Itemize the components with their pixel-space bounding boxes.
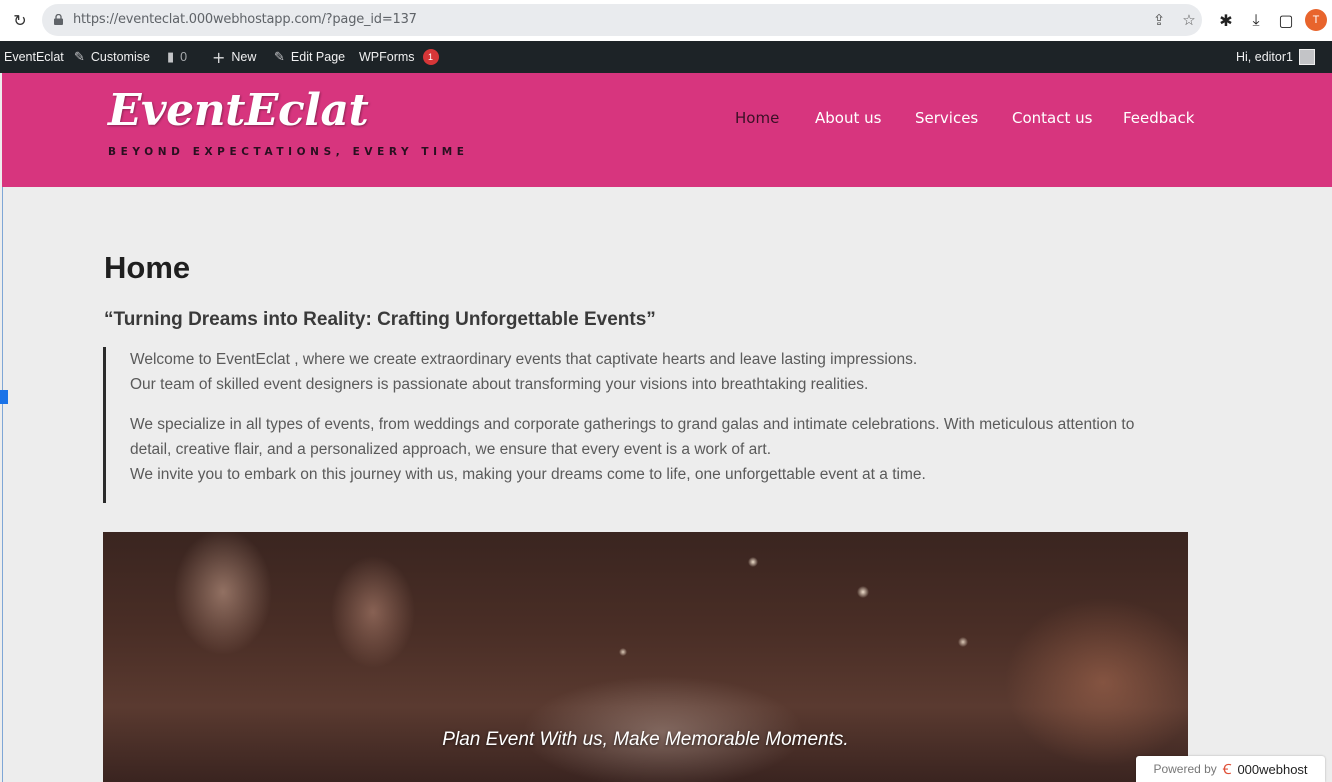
nav-feedback[interactable]: Feedback	[1123, 109, 1194, 127]
admin-greeting: Hi, editor1	[1236, 50, 1293, 64]
admin-edit-page-label: Edit Page	[290, 50, 346, 64]
admin-edit-page-link[interactable]: ✎ Edit Page	[274, 41, 345, 73]
nav-about-us[interactable]: About us	[815, 109, 881, 127]
bookmark-star-icon[interactable]: ☆	[1180, 11, 1198, 29]
intro-line-3: We specialize in all types of events, fr…	[130, 416, 1135, 433]
admin-customise-label: Customise	[90, 50, 150, 64]
side-panel-icon[interactable]: ▢	[1275, 9, 1297, 31]
nav-home[interactable]: Home	[735, 109, 779, 127]
admin-wpforms-label: WPForms	[359, 50, 415, 64]
hero-image-banner: Plan Event With us, Make Memorable Momen…	[103, 532, 1188, 782]
left-edge-line	[2, 187, 3, 782]
address-bar[interactable]: https://eventeclat.000webhostapp.com/?pa…	[42, 4, 1202, 36]
url-text[interactable]: https://eventeclat.000webhostapp.com/?pa…	[73, 12, 417, 27]
admin-comments-link[interactable]: ▮ 0	[167, 41, 187, 73]
user-avatar	[1298, 49, 1315, 65]
intro-line-4: detail, creative flair, and a personaliz…	[130, 441, 772, 458]
nav-services[interactable]: Services	[915, 109, 978, 127]
nav-contact-us[interactable]: Contact us	[1012, 109, 1092, 127]
hero-caption: Plan Event With us, Make Memorable Momen…	[442, 729, 849, 750]
intro-line-5: We invite you to embark on this journey …	[130, 466, 926, 483]
lock-icon	[54, 14, 63, 25]
page-title: Home	[104, 250, 191, 285]
site-header: EventEclat BEYOND EXPECTATIONS, EVERY TI…	[2, 73, 1332, 187]
browser-toolbar: ↻ https://eventeclat.000webhostapp.com/?…	[0, 0, 1332, 41]
profile-avatar[interactable]: T	[1305, 9, 1327, 31]
site-logo[interactable]: EventEclat	[108, 85, 369, 136]
brush-icon: ✎	[74, 49, 85, 65]
admin-site-label: EventEclat	[4, 50, 64, 64]
screen: ↻ https://eventeclat.000webhostapp.com/?…	[0, 0, 1332, 782]
wp-admin-bar: EventEclat ✎ Customise ▮ 0 + New ✎ Edit …	[0, 41, 1332, 73]
webhost-logo-icon: Ꞓ	[1222, 761, 1232, 778]
site-tagline: BEYOND EXPECTATIONS, EVERY TIME	[108, 146, 469, 158]
extensions-puzzle-icon[interactable]: ✱	[1215, 9, 1237, 31]
admin-new-link[interactable]: + New	[212, 41, 256, 73]
share-icon[interactable]: ⇪	[1150, 11, 1168, 29]
page-subtitle: “Turning Dreams into Reality: Crafting U…	[104, 309, 656, 330]
resize-handle[interactable]	[0, 390, 8, 404]
reload-icon[interactable]: ↻	[10, 10, 30, 30]
admin-wpforms-link[interactable]: WPForms 1	[359, 41, 439, 73]
comment-icon: ▮	[167, 49, 175, 65]
admin-new-label: New	[231, 50, 257, 64]
pencil-icon: ✎	[274, 49, 285, 65]
plus-icon: +	[212, 47, 226, 67]
download-icon[interactable]: ⤓	[1245, 9, 1267, 31]
intro-blockquote: Welcome to EventEclat , where we create …	[103, 347, 1173, 503]
wpforms-notification-badge: 1	[422, 49, 439, 65]
powered-by-badge[interactable]: Powered by Ꞓ 000webhost	[1136, 756, 1325, 782]
powered-by-label: Powered by	[1153, 762, 1217, 776]
powered-by-brand: 000webhost	[1237, 761, 1308, 777]
admin-comments-count: 0	[180, 50, 188, 64]
intro-line-2: Our team of skilled event designers is p…	[130, 376, 869, 393]
admin-customise-link[interactable]: ✎ Customise	[74, 41, 150, 73]
admin-site-link[interactable]: EventEclat	[4, 41, 64, 73]
intro-line-1: Welcome to EventEclat , where we create …	[130, 351, 918, 368]
admin-account-link[interactable]: Hi, editor1	[1236, 41, 1315, 73]
